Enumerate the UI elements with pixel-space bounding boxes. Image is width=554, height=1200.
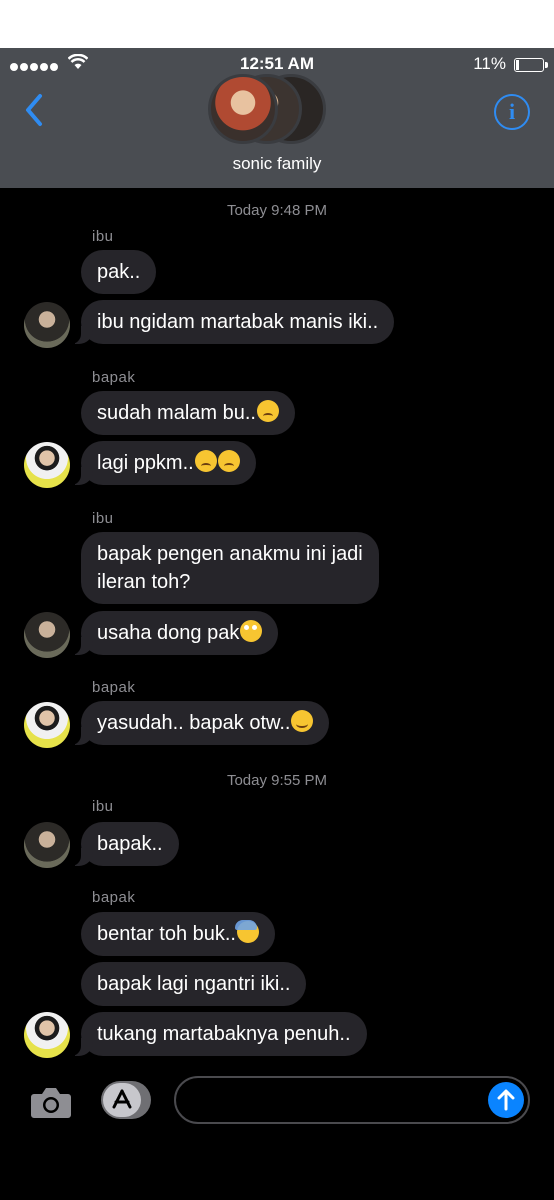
- app-store-button[interactable]: [101, 1081, 151, 1119]
- message-bubble[interactable]: sudah malam bu..: [81, 391, 295, 435]
- app-store-icon: [103, 1083, 141, 1117]
- avatar[interactable]: [24, 442, 70, 488]
- info-icon[interactable]: i: [494, 94, 530, 130]
- message-bubble[interactable]: usaha dong pak: [68, 611, 279, 655]
- message-input[interactable]: [192, 1088, 486, 1111]
- message-bubble[interactable]: lagi ppkm..: [69, 441, 256, 485]
- message-text: bapak pengen anakmu ini jadi: [97, 543, 363, 565]
- camera-icon[interactable]: [30, 1084, 72, 1120]
- group-name[interactable]: sonic family: [0, 154, 554, 174]
- battery-icon: [514, 58, 548, 72]
- message-text: yasudah.. bapak otw..: [97, 712, 291, 734]
- sender-name: bapak: [92, 679, 136, 696]
- messages-screen: 12:51 AM 11% i sonic family Today 9:48 P…: [0, 48, 554, 1200]
- sender-name: bapak: [92, 369, 136, 386]
- message-text: ibu ngidam martabak manis iki..: [97, 311, 379, 333]
- group-avatar: [208, 74, 278, 144]
- message-text: tukang martabaknya penuh..: [97, 1023, 351, 1045]
- avatar[interactable]: [24, 612, 70, 658]
- message-bubble[interactable]: bentar toh buk..: [81, 912, 275, 956]
- conversation-header: 12:51 AM 11% i sonic family: [0, 48, 554, 188]
- message-bubble[interactable]: bapak..: [69, 822, 179, 866]
- message-text: sudah malam bu..: [97, 402, 256, 424]
- sweat-emoji-icon: [234, 920, 259, 943]
- sad-face-emoji-icon: [256, 400, 279, 422]
- message-bubble[interactable]: tukang martabaknya penuh..: [69, 1012, 367, 1056]
- sender-name: ibu: [92, 798, 114, 815]
- message-bubble[interactable]: bapak lagi ngantri iki..: [81, 962, 307, 1006]
- message-bubble[interactable]: pak..: [81, 250, 157, 294]
- timestamp: Today 9:55 PM: [226, 772, 328, 789]
- timestamp: Today 9:48 PM: [226, 202, 328, 219]
- back-chevron-icon[interactable]: [20, 90, 50, 130]
- message-text: usaha dong pak: [97, 622, 240, 644]
- sad-face-emoji-icon: [217, 450, 240, 472]
- send-arrow-icon: [497, 1089, 515, 1111]
- message-text: lagi ppkm..: [97, 452, 194, 474]
- message-input-field[interactable]: [174, 1076, 530, 1124]
- sender-name: ibu: [92, 228, 114, 245]
- smile-emoji-icon: [291, 710, 314, 732]
- group-avatars[interactable]: [208, 74, 348, 144]
- message-text: bapak lagi ngantri iki..: [97, 973, 291, 995]
- message-text: bentar toh buk..: [97, 923, 236, 945]
- avatar[interactable]: [24, 1012, 70, 1058]
- avatar[interactable]: [24, 702, 70, 748]
- message-bubble[interactable]: yasudah.. bapak otw..: [68, 701, 330, 745]
- sad-face-emoji-icon: [194, 450, 217, 472]
- eye-roll-emoji-icon: [240, 620, 263, 642]
- message-text: ileran toh?: [97, 571, 191, 593]
- message-bubble[interactable]: bapak pengen anakmu ini jadi ileran toh?: [81, 532, 379, 604]
- sender-name: bapak: [92, 889, 136, 906]
- message-text: bapak..: [97, 833, 163, 855]
- send-button[interactable]: [488, 1082, 524, 1118]
- avatar[interactable]: [24, 822, 70, 868]
- message-text: pak..: [97, 261, 141, 283]
- battery-percent: 11%: [473, 54, 506, 73]
- sender-name: ibu: [92, 510, 114, 527]
- avatar[interactable]: [24, 302, 70, 348]
- message-bubble[interactable]: ibu ngidam martabak manis iki..: [68, 300, 395, 344]
